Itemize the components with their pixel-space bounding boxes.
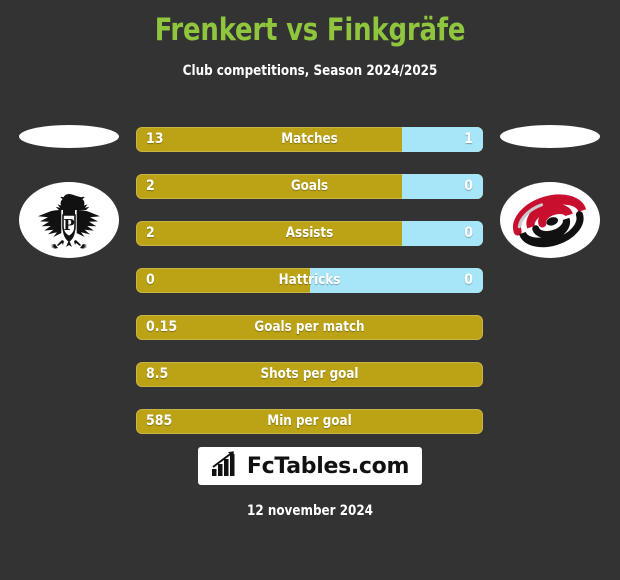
right-team-value: 0: [464, 272, 473, 288]
table-row: 2 Assists 0: [136, 221, 483, 246]
table-row: 2 Goals 0: [136, 174, 483, 199]
stat-label: Matches: [281, 131, 338, 147]
table-row: 585 Min per goal: [136, 409, 483, 434]
stat-label: Hattricks: [278, 272, 341, 288]
page-subtitle: Club competitions, Season 2024/2025: [182, 63, 438, 79]
svg-text:P: P: [63, 216, 74, 234]
snapshot-date: 12 november 2024: [247, 503, 373, 519]
table-row: 0.15 Goals per match: [136, 315, 483, 340]
stat-label: Shots per goal: [260, 366, 359, 382]
table-row: 0 Hattricks 0: [136, 268, 483, 293]
stat-label: Min per goal: [267, 413, 352, 429]
left-team-logo-slot: P: [13, 120, 125, 270]
stat-comparison-page: Frenkert vs Finkgräfe Club competitions,…: [0, 0, 620, 580]
left-top-ellipse-decoration: [19, 125, 119, 148]
hurricanes-swirl-crest-icon: [500, 182, 600, 258]
right-team-value: 0: [464, 178, 473, 194]
right-top-ellipse-decoration: [500, 125, 600, 148]
stat-label: Goals per match: [254, 319, 365, 335]
stat-label: Goals: [290, 178, 329, 194]
right-team-value: 1: [464, 131, 473, 147]
stat-label: Assists: [285, 225, 334, 241]
fctables-brand-logo[interactable]: FcTables.com: [198, 447, 422, 485]
table-row: 8.5 Shots per goal: [136, 362, 483, 387]
preussen-muenster-crest-icon: P: [19, 182, 119, 258]
stat-bar-list: 13 Matches 1 2 Goals 0 2 Assists 0 0 Hat…: [136, 127, 483, 456]
brand-name: FcTables.com: [246, 453, 410, 479]
right-team-logo-slot: [494, 120, 606, 270]
page-title: Frenkert vs Finkgräfe: [154, 12, 466, 48]
bar-chart-arrow-icon: [211, 451, 241, 481]
table-row: 13 Matches 1: [136, 127, 483, 152]
right-team-value: 0: [464, 225, 473, 241]
